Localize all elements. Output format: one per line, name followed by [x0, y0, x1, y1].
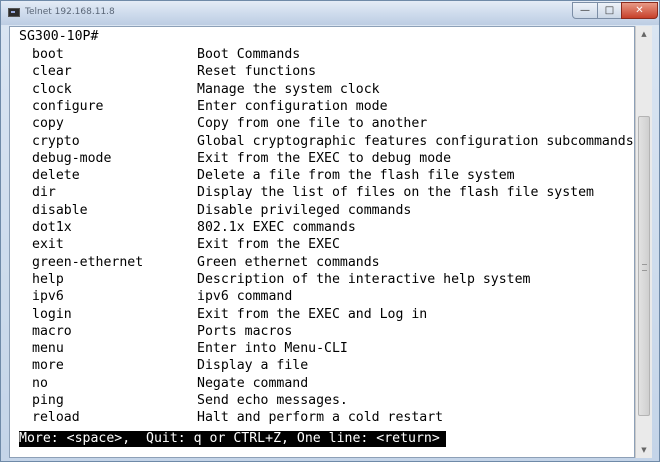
minimize-button[interactable]: —: [572, 2, 598, 19]
command-description: Boot Commands: [197, 47, 301, 62]
command-name: delete: [32, 168, 80, 184]
terminal-icon: [8, 8, 20, 17]
command-description: Reset functions: [197, 64, 317, 80]
command-name: configure: [32, 98, 104, 114]
command-name: macro: [32, 323, 72, 339]
maximize-button[interactable]: □: [597, 2, 622, 19]
command-description: Send echo messages.: [197, 393, 348, 408]
command-description: Delete a file from the flash file system: [197, 168, 515, 184]
command-description: Disable privileged commands: [197, 202, 412, 218]
command-description: Display the list of files on the flash f…: [197, 185, 594, 201]
command-name: disable: [32, 202, 88, 218]
command-description: Global cryptographic features configurat…: [197, 133, 634, 149]
title-bar[interactable]: Telnet 192.168.11.8 — □ ✕: [1, 1, 659, 25]
more-prompt-bar: More: <space>, Quit: q or CTRL+Z, One li…: [19, 431, 446, 447]
cli-prompt: SG300-10P#: [19, 29, 99, 44]
command-description: Green ethernet commands: [197, 254, 380, 270]
command-description: Display a file: [197, 358, 309, 374]
command-name: help: [32, 271, 64, 287]
command-description: Copy from one file to another: [197, 116, 428, 132]
command-description: Halt and perform a cold restart: [197, 410, 444, 426]
command-description: Enter into Menu-CLI: [197, 341, 348, 357]
close-button[interactable]: ✕: [621, 2, 658, 19]
terminal-screen[interactable]: SG300-10P# boot Boot Commands clear Reset f…: [9, 26, 635, 458]
scroll-down-arrow-icon[interactable]: ▼: [636, 442, 652, 458]
grip-icon: [642, 264, 647, 271]
command-description: Ports macros: [197, 323, 293, 339]
command-description: Enter configuration mode: [197, 98, 388, 114]
command-description: Manage the system clock: [197, 81, 380, 97]
command-name: copy: [32, 116, 64, 132]
telnet-window: Telnet 192.168.11.8 — □ ✕ SG300-10P# boo…: [0, 0, 660, 462]
command-description: ipv6 command: [197, 289, 293, 305]
command-name: debug-mode: [32, 150, 112, 166]
command-description: Description of the interactive help syst…: [197, 271, 531, 287]
vertical-scrollbar[interactable]: ▲ ▼: [635, 26, 652, 458]
command-name: no: [32, 375, 48, 391]
command-description: Negate command: [197, 375, 309, 391]
command-description: Exit from the EXEC and Log in: [197, 306, 428, 322]
command-name: ping: [32, 393, 64, 408]
command-description: Exit from the EXEC: [197, 237, 340, 253]
command-name: dir: [32, 185, 56, 201]
command-description: 802.1x EXEC commands: [197, 220, 356, 235]
command-name: more: [32, 358, 64, 374]
command-name: ipv6: [32, 289, 64, 305]
command-name: dot1x: [32, 220, 72, 235]
scrollbar-thumb[interactable]: [638, 116, 650, 416]
command-name: clock: [32, 81, 72, 97]
scroll-up-arrow-icon[interactable]: ▲: [636, 26, 652, 42]
command-name: exit: [32, 237, 64, 253]
command-name: login: [32, 306, 72, 322]
command-name: green-ethernet: [32, 254, 144, 270]
command-name: clear: [32, 64, 72, 80]
command-name: boot: [32, 47, 64, 62]
command-description: Exit from the EXEC to debug mode: [197, 150, 452, 166]
command-name: crypto: [32, 133, 80, 149]
command-name: menu: [32, 341, 64, 357]
window-title: Telnet 192.168.11.8: [25, 7, 115, 17]
command-name: reload: [32, 410, 80, 426]
